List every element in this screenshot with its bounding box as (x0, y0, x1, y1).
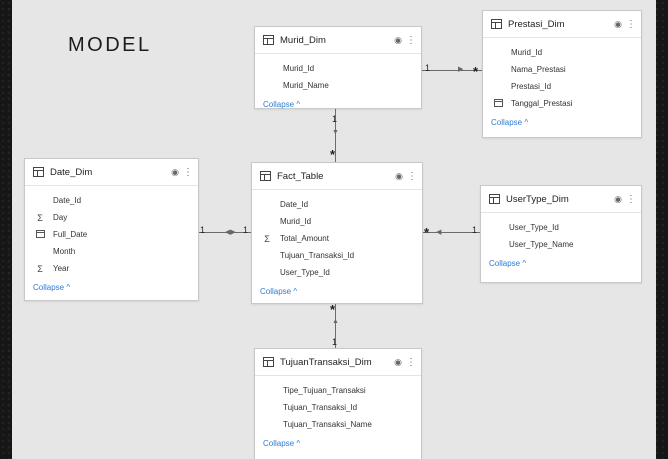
card-header[interactable]: Fact_Table ◉ ⋮ (252, 163, 422, 190)
card-header[interactable]: Date_Dim ◉ ⋮ (25, 159, 198, 186)
rel-label-many: * (473, 64, 479, 79)
more-options-icon[interactable]: ⋮ (626, 194, 636, 205)
rel-label-one: 1 (200, 225, 206, 235)
field-row[interactable]: Tujuan_Transaksi_Id (252, 247, 422, 264)
rel-label-one: 1 (332, 337, 338, 347)
eye-icon[interactable]: ◉ (171, 167, 179, 178)
field-row[interactable]: Murid_Id (483, 44, 641, 61)
table-icon (489, 194, 500, 204)
more-options-icon[interactable]: ⋮ (626, 19, 636, 30)
field-row[interactable]: Date_Id (252, 196, 422, 213)
table-card-fact-table[interactable]: Fact_Table ◉ ⋮ Date_Id Murid_Id Σ Total_A… (251, 162, 423, 304)
sigma-icon: Σ (37, 263, 43, 274)
more-options-icon[interactable]: ⋮ (407, 171, 417, 182)
filter-direction-icon: ▼ (332, 129, 339, 136)
field-row[interactable]: Tipe_Tujuan_Transaksi (255, 382, 421, 399)
calendar-icon (493, 98, 503, 107)
card-header[interactable]: UserType_Dim ◉ ⋮ (481, 186, 641, 213)
rel-label-one: 1 (332, 114, 338, 124)
more-options-icon[interactable]: ⋮ (183, 167, 193, 178)
eye-icon[interactable]: ◉ (614, 194, 622, 205)
rel-label-many: * (330, 302, 336, 317)
rel-label-many: * (330, 147, 336, 162)
field-row[interactable]: Σ Year (25, 260, 198, 277)
table-icon (33, 167, 44, 177)
field-row[interactable]: Tujuan_Transaksi_Id (255, 399, 421, 416)
table-card-tujuantransaksi-dim[interactable]: TujuanTransaksi_Dim ◉ ⋮ Tipe_Tujuan_Tran… (254, 348, 422, 459)
filter-direction-icon: ◀ (436, 229, 442, 236)
table-name: Date_Dim (50, 166, 93, 178)
more-options-icon[interactable]: ⋮ (406, 35, 416, 46)
filter-direction-icon: ▲ (332, 318, 339, 325)
field-row[interactable]: Month (25, 243, 198, 260)
field-row[interactable]: Tujuan_Transaksi_Name (255, 416, 421, 433)
collapse-link[interactable]: Collapse ^ (252, 281, 422, 296)
eye-icon[interactable]: ◉ (394, 357, 402, 368)
bidirectional-filter-icon: ◀▶ (225, 229, 236, 236)
field-row[interactable]: User_Type_Id (481, 219, 641, 236)
rel-label-many: * (424, 225, 430, 240)
eye-icon[interactable]: ◉ (395, 171, 403, 182)
card-header[interactable]: Prestasi_Dim ◉ ⋮ (483, 11, 641, 38)
eye-icon[interactable]: ◉ (394, 35, 402, 46)
field-row[interactable]: User_Type_Name (481, 236, 641, 253)
table-icon (263, 357, 274, 367)
collapse-link[interactable]: Collapse ^ (481, 253, 641, 268)
card-header[interactable]: TujuanTransaksi_Dim ◉ ⋮ (255, 349, 421, 376)
sigma-icon: Σ (264, 233, 270, 244)
table-name: Prestasi_Dim (508, 18, 565, 30)
field-row[interactable]: Prestasi_Id (483, 78, 641, 95)
rel-label-one: 1 (472, 225, 478, 235)
more-options-icon[interactable]: ⋮ (406, 357, 416, 368)
rel-label-one: 1 (425, 63, 431, 73)
collapse-link[interactable]: Collapse ^ (255, 94, 421, 109)
filter-direction-icon: ▶ (458, 66, 464, 73)
rel-label-one: 1 (243, 225, 249, 235)
collapse-link[interactable]: Collapse ^ (25, 277, 198, 292)
field-row[interactable]: User_Type_Id (252, 264, 422, 281)
field-row[interactable]: Murid_Id (252, 213, 422, 230)
field-row[interactable]: Murid_Name (255, 77, 421, 94)
table-name: Murid_Dim (280, 34, 326, 46)
table-name: UserType_Dim (506, 193, 569, 205)
table-card-usertype-dim[interactable]: UserType_Dim ◉ ⋮ User_Type_Id User_Type_… (480, 185, 642, 283)
table-name: TujuanTransaksi_Dim (280, 356, 372, 368)
model-canvas[interactable]: MODEL 1 ▶ * 1 ▼ * 1 ◀▶ 1 * ◀ 1 * ▲ 1 Mur… (12, 0, 656, 459)
field-row[interactable]: Full_Date (25, 226, 198, 243)
collapse-link[interactable]: Collapse ^ (483, 112, 641, 127)
collapse-link[interactable]: Collapse ^ (255, 433, 421, 448)
field-row[interactable]: Tanggal_Prestasi (483, 95, 641, 112)
table-card-date-dim[interactable]: Date_Dim ◉ ⋮ Date_Id Σ Day Full_Date Mont… (24, 158, 199, 301)
eye-icon[interactable]: ◉ (614, 19, 622, 30)
card-header[interactable]: Murid_Dim ◉ ⋮ (255, 27, 421, 54)
table-icon (263, 35, 274, 45)
table-card-prestasi-dim[interactable]: Prestasi_Dim ◉ ⋮ Murid_Id Nama_Prestasi … (482, 10, 642, 138)
table-icon (491, 19, 502, 29)
field-row[interactable]: Σ Total_Amount (252, 230, 422, 247)
field-row[interactable]: Murid_Id (255, 60, 421, 77)
field-row[interactable]: Date_Id (25, 192, 198, 209)
sigma-icon: Σ (37, 212, 43, 223)
table-card-murid-dim[interactable]: Murid_Dim ◉ ⋮ Murid_Id Murid_Name Collap… (254, 26, 422, 109)
table-icon (260, 171, 271, 181)
table-name: Fact_Table (277, 170, 324, 182)
field-row[interactable]: Σ Day (25, 209, 198, 226)
page-title: MODEL (68, 34, 152, 56)
field-row[interactable]: Nama_Prestasi (483, 61, 641, 78)
calendar-icon (35, 229, 45, 238)
